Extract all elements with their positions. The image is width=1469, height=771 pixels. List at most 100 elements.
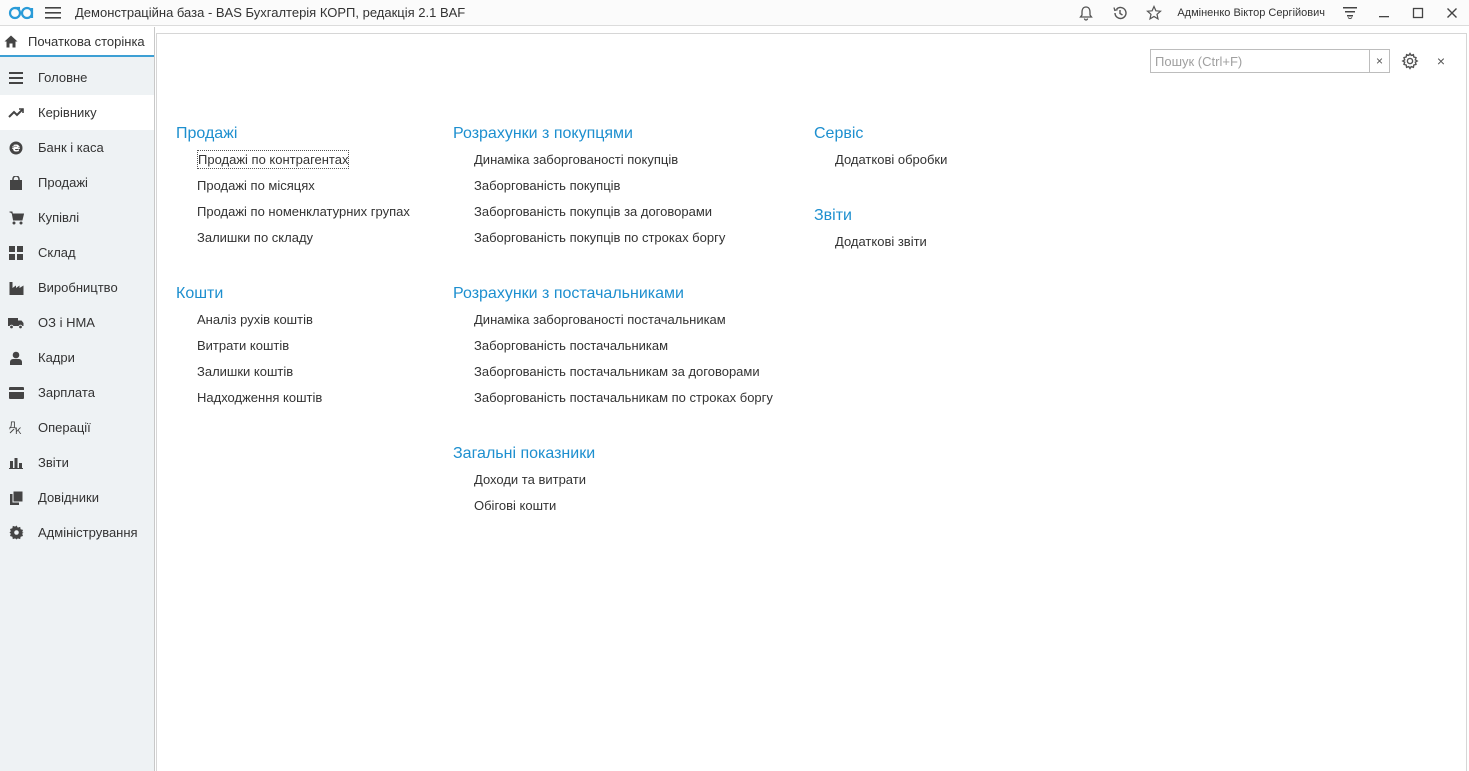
svg-text:К: К	[15, 427, 22, 435]
report-link[interactable]: Продажі по контрагентах	[197, 150, 410, 177]
report-link[interactable]: Динаміка заборгованості покупців	[474, 151, 773, 177]
sidebar-item[interactable]: Адміністрування	[0, 515, 154, 550]
cart-icon	[0, 211, 32, 225]
sidebar-item-label: Виробництво	[38, 280, 118, 295]
tab-home[interactable]: Початкова сторінка	[0, 27, 154, 57]
sidebar-item-label: Звіти	[38, 455, 69, 470]
column-settlements: Розрахунки з покупцями Динаміка заборгова…	[453, 121, 773, 523]
title-bar: Демонстраційна база - BAS Бухгалтерія КО…	[0, 0, 1469, 26]
gear-icon[interactable]	[1400, 51, 1420, 71]
logo-icon[interactable]	[3, 0, 39, 26]
sidebar-item[interactable]: Звіти	[0, 445, 154, 480]
report-link-label: Надходження коштів	[197, 390, 323, 405]
report-link[interactable]: Залишки коштів	[197, 363, 410, 389]
sidebar-item-label: Довідники	[38, 490, 99, 505]
report-link[interactable]: Витрати коштів	[197, 337, 410, 363]
sidebar-item-label: Кадри	[38, 350, 75, 365]
filter-menu-icon[interactable]	[1333, 0, 1367, 26]
report-link-label: Обігові кошти	[474, 498, 557, 513]
report-link[interactable]: Заборгованість постачальникам	[474, 337, 773, 363]
report-link-label: Динаміка заборгованості покупців	[474, 152, 679, 167]
sidebar-item-label: Банк і каса	[38, 140, 104, 155]
sidebar-item-label: Купівлі	[38, 210, 80, 225]
history-icon[interactable]	[1103, 0, 1137, 26]
group-title: Розрахунки з постачальниками	[453, 285, 684, 302]
sidebar-item-label: Продажі	[38, 175, 88, 190]
report-link[interactable]: Продажі по місяцях	[197, 177, 410, 203]
report-link[interactable]: Обігові кошти	[474, 497, 773, 523]
sidebar-item-label: Зарплата	[38, 385, 95, 400]
search-clear-button[interactable]: ×	[1369, 49, 1390, 73]
sidebar-item[interactable]: ОЗ і НМА	[0, 305, 154, 340]
group-links: Аналіз рухів коштів Витрати коштів Залишки…	[197, 311, 410, 415]
group-title: Сервіс	[814, 125, 864, 142]
sidebar-item[interactable]: Д К Операції	[0, 410, 154, 445]
sidebar-item[interactable]: Купівлі	[0, 200, 154, 235]
sidebar-item[interactable]: Зарплата	[0, 375, 154, 410]
close-icon[interactable]	[1435, 0, 1469, 26]
report-link[interactable]: Заборгованість постачальникам за договор…	[474, 363, 773, 389]
sidebar-item[interactable]: ₴ Банк і каса	[0, 130, 154, 165]
report-group: Кошти Аналіз рухів коштів Витрати коштів За…	[176, 281, 410, 415]
report-link[interactable]: Заборгованість покупців	[474, 177, 773, 203]
search-box: ×	[1150, 49, 1390, 73]
report-link[interactable]: Додаткові обробки	[835, 151, 947, 177]
sidebar-item-label: Головне	[38, 70, 88, 85]
report-group: Сервіс Додаткові обробки	[814, 121, 947, 177]
report-link-label: Доходи та витрати	[474, 472, 586, 487]
report-link-label: Залишки по складу	[197, 230, 314, 245]
bell-icon[interactable]	[1069, 0, 1103, 26]
home-icon	[0, 35, 22, 48]
group-links: Динаміка заборгованості покупців Заборгов…	[474, 151, 773, 255]
report-link-label: Продажі по номенклатурних групах	[197, 204, 410, 219]
gear-icon	[0, 525, 32, 540]
report-link-label: Продажі по контрагентах	[197, 150, 350, 169]
report-link[interactable]: Заборгованість постачальникам по строках…	[474, 389, 773, 415]
report-link-label: Заборгованість постачальникам по строках…	[474, 390, 773, 405]
group-title: Продажі	[176, 125, 238, 142]
operations-icon: ДК	[0, 420, 32, 435]
report-link-label: Заборгованість постачальникам за договор…	[474, 364, 760, 379]
group-title: Розрахунки з покупцями	[453, 125, 633, 142]
sidebar-item[interactable]: Кадри	[0, 340, 154, 375]
sidebar-item[interactable]: Головне	[0, 60, 154, 95]
menu-icon[interactable]	[39, 0, 67, 26]
truck-icon	[0, 317, 32, 329]
report-link[interactable]: Заборгованість покупців по строках боргу	[474, 229, 773, 255]
sidebar-item[interactable]: Продажі	[0, 165, 154, 200]
report-link[interactable]: Доходи та витрати	[474, 471, 773, 497]
svg-text:₴: ₴	[12, 143, 21, 154]
user-name[interactable]: Адміненко Віктор Сергійович	[1177, 7, 1325, 19]
bag-icon	[0, 175, 32, 190]
group-links: Динаміка заборгованості постачальникам За…	[474, 311, 773, 415]
sidebar-item-label: Адміністрування	[38, 525, 138, 540]
search-input[interactable]	[1150, 49, 1369, 73]
report-link-label: Додаткові обробки	[835, 152, 948, 167]
report-link[interactable]: Продажі по номенклатурних групах	[197, 203, 410, 229]
list-icon	[0, 71, 32, 84]
panel-edge	[1466, 33, 1467, 771]
column-service-reports: Сервіс Додаткові обробки Звіти Додаткові зв…	[814, 121, 947, 259]
minimize-icon[interactable]	[1367, 0, 1401, 26]
section-nav: Головне Керівнику ₴ Банк і каса Продажі Купів…	[0, 60, 154, 550]
sidebar-item[interactable]: Довідники	[0, 480, 154, 515]
close-panel-button[interactable]: ×	[1433, 51, 1449, 71]
report-link[interactable]: Динаміка заборгованості постачальникам	[474, 311, 773, 337]
report-link[interactable]: Аналіз рухів коштів	[197, 311, 410, 337]
group-title: Кошти	[176, 285, 224, 302]
sidebar-item[interactable]: Виробництво	[0, 270, 154, 305]
report-link[interactable]: Заборгованість покупців за договорами	[474, 203, 773, 229]
report-link-label: Заборгованість покупців за договорами	[474, 204, 713, 219]
report-link-label: Аналіз рухів коштів	[197, 312, 313, 327]
report-link[interactable]: Надходження коштів	[197, 389, 410, 415]
bank-icon: ₴	[0, 141, 32, 155]
maximize-icon[interactable]	[1401, 0, 1435, 26]
star-icon[interactable]	[1137, 0, 1171, 26]
report-link[interactable]: Додаткові звіти	[835, 233, 947, 259]
report-link-label: Витрати коштів	[197, 338, 290, 353]
person-icon	[0, 351, 32, 365]
column-sales-funds: Продажі Продажі по контрагентах Продажі по…	[176, 121, 410, 415]
report-link[interactable]: Залишки по складу	[197, 229, 410, 255]
sidebar-item[interactable]: Керівнику	[0, 95, 154, 130]
sidebar-item[interactable]: Склад	[0, 235, 154, 270]
